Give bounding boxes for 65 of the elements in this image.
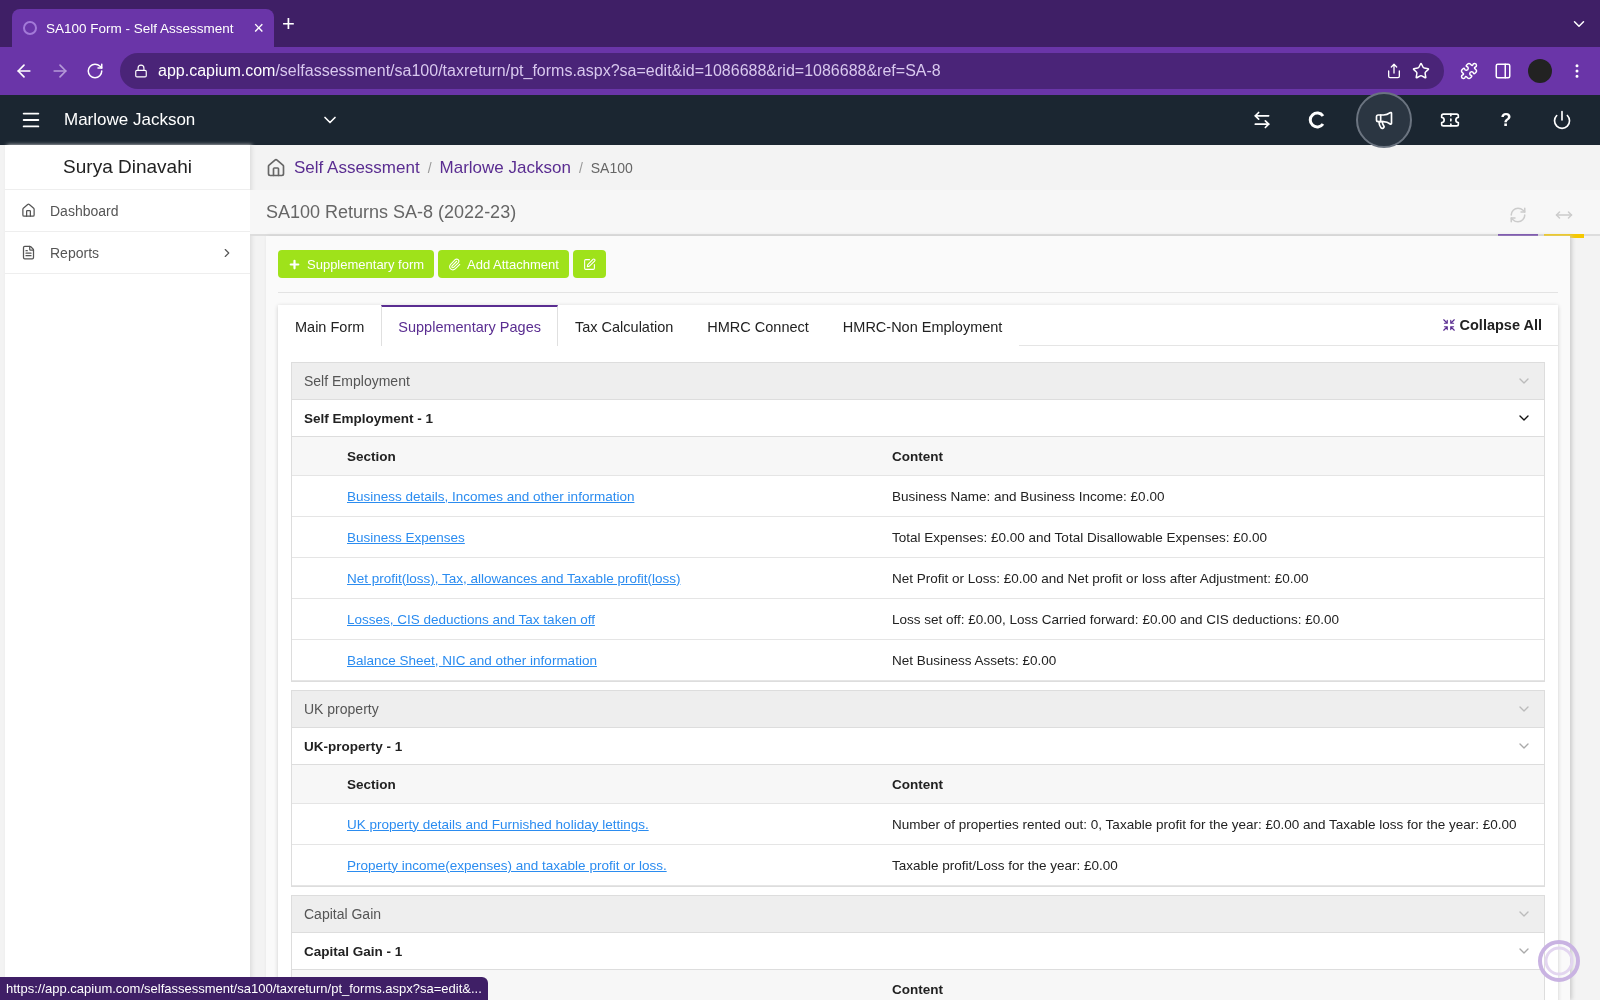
breadcrumb-link[interactable]: Self Assessment xyxy=(294,157,420,178)
breadcrumb-separator: / xyxy=(578,159,583,176)
section-link[interactable]: Business details, Incomes and other information xyxy=(347,488,635,504)
side-panel-icon[interactable] xyxy=(1494,62,1512,80)
tab[interactable]: HMRC Connect xyxy=(690,305,826,346)
column-header: Section xyxy=(347,448,397,464)
power-icon xyxy=(1552,110,1572,130)
breadcrumb-current: SA100 xyxy=(590,159,633,176)
edit-icon xyxy=(582,257,596,271)
help-button[interactable]: ? xyxy=(1488,102,1524,138)
ticket-icon xyxy=(1440,110,1460,130)
url-text: app.capium.com/selfassessment/sa100/taxreturn/pt_forms.aspx?sa=edit&id=1086688&rid=1086688&ref=SA-8 xyxy=(158,62,941,80)
sidebar-item[interactable]: Reports xyxy=(5,232,250,274)
table-cell-text: Total Expenses: £0.00 and Total Disallowable Expenses: £0.00 xyxy=(892,529,1268,545)
table-cell-text: Loss set off: £0.00, Loss Carried forward: £0.00 and CIS deductions: £0.00 xyxy=(892,611,1341,627)
column-header: Content xyxy=(892,448,944,464)
home-icon xyxy=(21,203,36,218)
section-link[interactable]: Net profit(loss), Tax, allowances and Taxable profit(loss) xyxy=(347,570,681,586)
status-url: https://app.capium.com/selfassessment/sa100/taxreturn/pt_forms.aspx?sa=edit&... xyxy=(0,977,488,1000)
section-link[interactable]: Property income(expenses) and taxable profit or loss. xyxy=(347,857,667,873)
section-link[interactable]: Losses, CIS deductions and Tax taken off xyxy=(347,611,595,627)
column-header: Content xyxy=(892,981,944,997)
bookmark-star-icon[interactable] xyxy=(1412,62,1430,80)
extensions-icon[interactable] xyxy=(1460,62,1478,80)
page-title: SA100 Returns SA-8 (2022-23) xyxy=(266,201,518,223)
user-name: Surya Dinavahi xyxy=(5,145,250,190)
close-tab-button[interactable]: × xyxy=(253,17,264,39)
share-icon[interactable] xyxy=(1386,63,1402,79)
megaphone-button[interactable] xyxy=(1356,92,1412,148)
reload-icon[interactable] xyxy=(86,62,104,80)
column-header: Content xyxy=(892,776,944,792)
tab[interactable]: Tax Calculation xyxy=(557,305,691,346)
table-cell-text: Net Profit or Loss: £0.00 and Net profit or loss after Adjustment: £0.00 xyxy=(892,570,1310,586)
breadcrumb-separator: / xyxy=(427,159,432,176)
group-header[interactable]: Self Employment xyxy=(292,363,1544,400)
group-header[interactable]: Capital Gain xyxy=(292,896,1544,933)
plus-icon xyxy=(288,257,301,271)
spinner-icon xyxy=(1536,938,1582,984)
browser-tab-title: SA100 Form - Self Assessment xyxy=(46,20,235,36)
group-header[interactable]: UK property xyxy=(292,691,1544,728)
tab[interactable]: Supplementary Pages xyxy=(381,305,558,346)
breadcrumb-link[interactable]: Marlowe Jackson xyxy=(439,157,571,178)
address-field[interactable]: app.capium.com/selfassessment/sa100/taxreturn/pt_forms.aspx?sa=edit&id=1086688&rid=1086688&ref=SA-8 xyxy=(120,53,1444,89)
site-icon xyxy=(22,20,38,36)
tab[interactable]: Main Form xyxy=(278,305,382,346)
swap-icon xyxy=(1252,110,1272,130)
column-header: Section xyxy=(347,776,397,792)
table-cell-text: Business Name: and Business Income: £0.00 xyxy=(892,488,1166,504)
table-cell-text: Taxable profit/Loss for the year: £0.00 xyxy=(892,857,1119,873)
section-link[interactable]: UK property details and Furnished holiday lettings. xyxy=(347,816,649,832)
tab[interactable]: HMRC-Non Employment xyxy=(825,305,1020,346)
table-cell-text: Number of properties rented out: 0, Taxable profit for the year: £0.00 and Taxable loss for the year: £0.00 xyxy=(892,816,1518,832)
paperclip-icon xyxy=(448,257,462,271)
section-link[interactable]: Business Expenses xyxy=(347,529,465,545)
browser-tab[interactable]: SA100 Form - Self Assessment × xyxy=(12,9,274,47)
table-cell-text: Net Business Assets: £0.00 xyxy=(892,652,1058,668)
client-name[interactable]: Marlowe Jackson xyxy=(64,110,320,130)
new-tab-button[interactable]: + xyxy=(282,10,295,37)
megaphone-icon xyxy=(1374,110,1394,130)
lock-icon xyxy=(134,64,148,78)
home-icon[interactable] xyxy=(266,157,286,178)
collapse-icon xyxy=(1441,318,1456,332)
section-link[interactable]: Balance Sheet, NIC and other information xyxy=(347,652,597,668)
document-icon xyxy=(21,245,36,260)
collapse-all-button[interactable]: Collapse All xyxy=(1425,305,1558,345)
